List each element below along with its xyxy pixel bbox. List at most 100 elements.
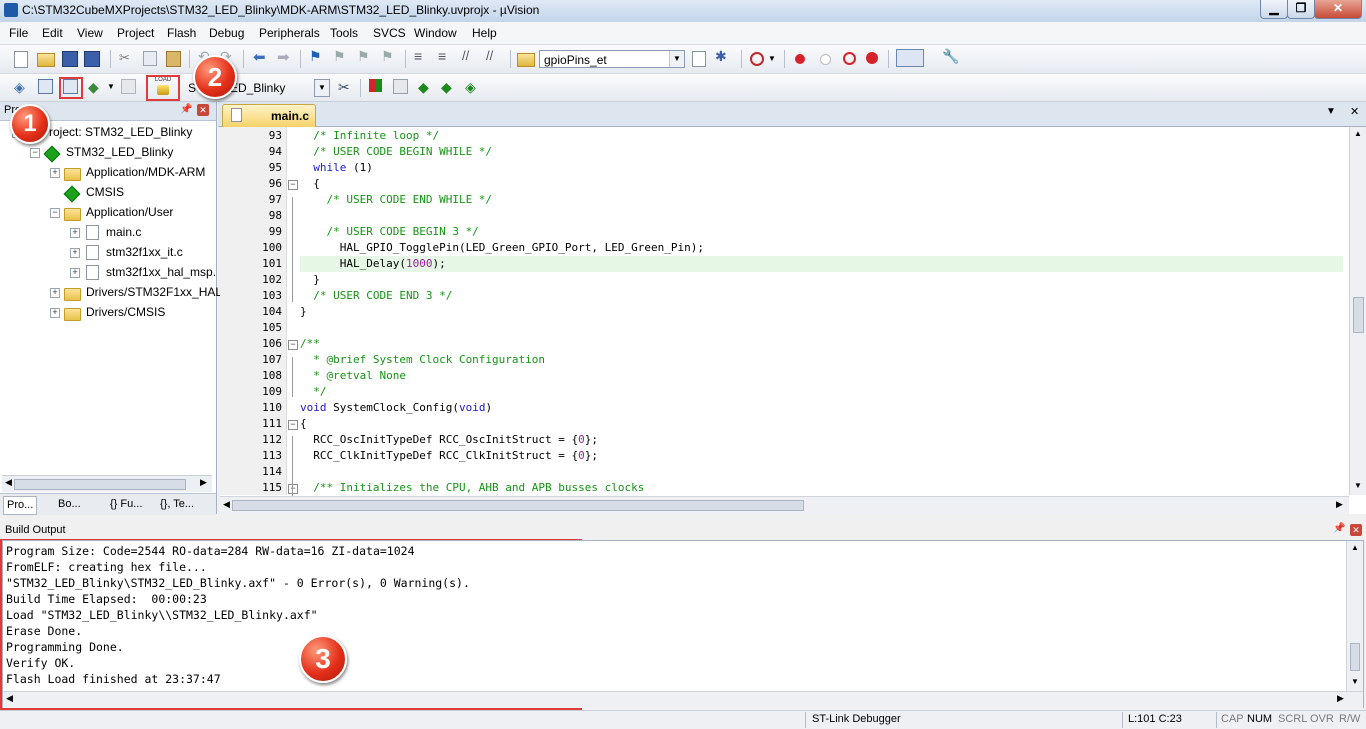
- tree-target[interactable]: STM32_LED_Blinky: [66, 143, 173, 161]
- scroll-thumb[interactable]: [232, 500, 804, 511]
- uncomment-icon[interactable]: //: [486, 48, 502, 64]
- tab-functions[interactable]: {} Fu...: [110, 496, 142, 513]
- code-line[interactable]: void SystemClock_Config(void): [300, 400, 492, 416]
- tab-list-icon[interactable]: ▼: [1326, 106, 1336, 117]
- menu-flash[interactable]: Flash: [167, 26, 196, 40]
- pin-icon[interactable]: 📌: [180, 104, 192, 115]
- scroll-thumb[interactable]: [14, 479, 186, 490]
- code-line[interactable]: RCC_ClkInitTypeDef RCC_ClkInitStruct = {…: [300, 448, 598, 464]
- tab-project[interactable]: Pro...: [3, 496, 38, 515]
- fold-toggle-icon[interactable]: −: [288, 180, 298, 190]
- collapse-icon[interactable]: −: [30, 148, 40, 158]
- tree-file-msp[interactable]: stm32f1xx_hal_msp.: [106, 263, 216, 281]
- build-output-panel[interactable]: Program Size: Code=2544 RO-data=284 RW-d…: [2, 540, 1364, 708]
- collapse-icon[interactable]: −: [50, 208, 60, 218]
- minimize-button[interactable]: ▁: [1260, 0, 1288, 19]
- chevron-down-icon[interactable]: ▼: [768, 54, 784, 70]
- window-layout-icon[interactable]: [896, 49, 924, 67]
- expand-icon[interactable]: +: [70, 228, 80, 238]
- bookmark-insert-icon[interactable]: ⚑: [309, 48, 325, 64]
- open-folder-icon[interactable]: [37, 53, 55, 67]
- scroll-up-icon[interactable]: ▲: [1351, 543, 1359, 552]
- code-line[interactable]: RCC_OscInitTypeDef RCC_OscInitStruct = {…: [300, 432, 598, 448]
- scroll-down-icon[interactable]: ▼: [1351, 677, 1359, 686]
- save-icon[interactable]: [62, 51, 78, 67]
- menu-help[interactable]: Help: [472, 26, 497, 40]
- comment-icon[interactable]: //: [462, 48, 478, 64]
- build-horizontal-scrollbar[interactable]: ◀ ▶: [3, 691, 1363, 708]
- bookmark-prev-icon[interactable]: ⚑: [333, 48, 349, 64]
- code-line[interactable]: * @retval None: [300, 368, 406, 384]
- unindent-icon[interactable]: ≡: [438, 48, 454, 64]
- code-line[interactable]: /**: [300, 336, 320, 352]
- tree-group-user[interactable]: Application/User: [86, 203, 173, 221]
- close-icon[interactable]: ✕: [1350, 524, 1362, 536]
- chevron-down-icon[interactable]: ▼: [314, 79, 330, 97]
- close-icon[interactable]: ✕: [1350, 105, 1359, 118]
- editor-vertical-scrollbar[interactable]: ▲ ▼: [1349, 127, 1366, 495]
- nav-forward-icon[interactable]: ➡: [277, 48, 293, 66]
- project-horizontal-scrollbar[interactable]: ◀ ▶: [2, 475, 212, 492]
- nav-back-icon[interactable]: ⬅: [253, 48, 269, 66]
- tree-project-root[interactable]: roject: STM32_LED_Blinky: [49, 123, 192, 141]
- build-icon[interactable]: [38, 79, 53, 94]
- select-software-packs-icon[interactable]: [393, 79, 408, 94]
- menu-debug[interactable]: Debug: [209, 26, 244, 40]
- menu-window[interactable]: Window: [414, 26, 457, 40]
- kill-breakpoints-icon[interactable]: [866, 52, 878, 64]
- configure-icon[interactable]: 🔧: [942, 48, 959, 64]
- scroll-right-icon[interactable]: ▶: [200, 477, 207, 488]
- fold-toggle-icon[interactable]: −: [288, 420, 298, 430]
- pack-installer-icon[interactable]: ◆: [441, 79, 457, 95]
- scroll-thumb[interactable]: [1353, 297, 1364, 333]
- insert-breakpoint-icon[interactable]: [795, 54, 805, 64]
- tab-main-c[interactable]: main.c: [222, 104, 316, 127]
- stop-build-icon[interactable]: [121, 79, 136, 94]
- target-options-icon[interactable]: ✂: [338, 79, 354, 95]
- copy-icon[interactable]: [143, 51, 157, 66]
- chevron-down-icon[interactable]: ▼: [669, 51, 684, 67]
- tree-group-mdk-arm[interactable]: Application/MDK-ARM: [86, 163, 205, 181]
- code-line[interactable]: while (1): [300, 160, 373, 176]
- code-line[interactable]: }: [300, 304, 307, 320]
- code-line[interactable]: /* USER CODE END WHILE */: [300, 192, 492, 208]
- code-line[interactable]: HAL_Delay(1000);: [300, 256, 446, 272]
- find-icon[interactable]: [692, 51, 706, 67]
- code-line[interactable]: /* USER CODE BEGIN WHILE */: [300, 144, 492, 160]
- debug-search-icon[interactable]: [750, 52, 764, 66]
- expand-icon[interactable]: +: [50, 308, 60, 318]
- code-line[interactable]: /* USER CODE BEGIN 3 */: [300, 224, 478, 240]
- code-line[interactable]: {: [300, 176, 320, 192]
- bookmark-next-icon[interactable]: ⚑: [357, 48, 373, 64]
- find-combo[interactable]: gpioPins_et ▼: [539, 50, 685, 68]
- enable-breakpoint-icon[interactable]: [820, 54, 831, 65]
- tree-file-it[interactable]: stm32f1xx_it.c: [106, 243, 183, 261]
- maximize-button[interactable]: ❐: [1287, 0, 1315, 19]
- menu-peripherals[interactable]: Peripherals: [259, 26, 320, 40]
- batch-build-icon[interactable]: ◆: [88, 79, 104, 95]
- scroll-down-icon[interactable]: ▼: [1354, 481, 1362, 490]
- scroll-left-icon[interactable]: ◀: [223, 499, 230, 510]
- close-icon[interactable]: ✕: [197, 104, 209, 116]
- bookmark-clear-icon[interactable]: ⚑: [381, 48, 397, 64]
- menu-svcs[interactable]: SVCS: [373, 26, 406, 40]
- menu-view[interactable]: View: [77, 26, 103, 40]
- code-line[interactable]: /* Infinite loop */: [300, 128, 439, 144]
- cut-icon[interactable]: ✂: [119, 50, 135, 66]
- scroll-right-icon[interactable]: ▶: [1337, 693, 1344, 704]
- manage-rte-icon[interactable]: ◆: [418, 79, 434, 95]
- scroll-thumb[interactable]: [1350, 643, 1360, 671]
- tree-cmsis[interactable]: CMSIS: [86, 183, 124, 201]
- incremental-find-icon[interactable]: ✱: [715, 48, 731, 64]
- expand-icon[interactable]: +: [70, 248, 80, 258]
- code-line[interactable]: * @brief System Clock Configuration: [300, 352, 545, 368]
- rte-config-icon[interactable]: ◈: [465, 79, 481, 95]
- tree-group-drivers-cmsis[interactable]: Drivers/CMSIS: [86, 303, 165, 321]
- save-all-icon[interactable]: [84, 51, 100, 67]
- translate-icon[interactable]: ◈: [14, 79, 30, 95]
- code-line[interactable]: /* USER CODE END 3 */: [300, 288, 452, 304]
- new-file-icon[interactable]: [14, 51, 28, 68]
- scroll-left-icon[interactable]: ◀: [6, 693, 13, 704]
- indent-icon[interactable]: ≡: [414, 48, 430, 64]
- menu-tools[interactable]: Tools: [330, 26, 358, 40]
